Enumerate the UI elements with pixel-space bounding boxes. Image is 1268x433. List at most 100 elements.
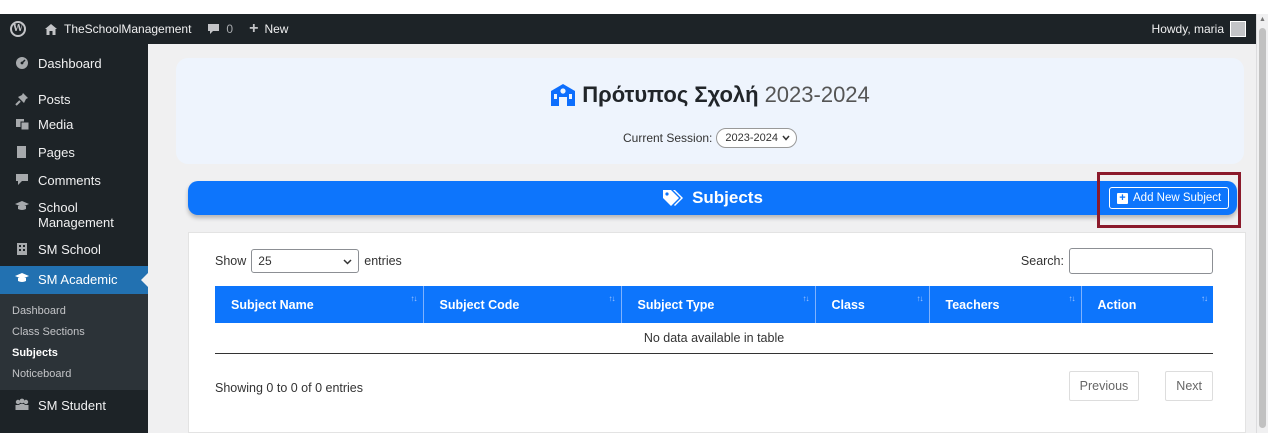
plus-square-icon: + (1117, 192, 1128, 204)
building-icon (12, 242, 32, 256)
main-content: Πρότυπος Σχολή 2023-2024 Current Session… (148, 44, 1256, 433)
school-header-card: Πρότυπος Σχολή 2023-2024 Current Session… (176, 58, 1244, 164)
home-icon (44, 23, 58, 36)
school-title: Πρότυπος Σχολή 2023-2024 (176, 82, 1244, 108)
entries-label: entries (364, 254, 402, 268)
sidebar-item-label: SM School (38, 242, 101, 257)
sidebar-item-dashboard[interactable]: Dashboard (0, 44, 148, 82)
add-new-subject-label: Add New Subject (1133, 192, 1222, 204)
session-value: 2023-2024 (725, 132, 778, 144)
sort-icon: ↑↓ (1068, 294, 1076, 303)
submenu-item-subjects[interactable]: Subjects (0, 343, 148, 364)
submenu-item-dashboard[interactable]: Dashboard (0, 301, 148, 322)
site-name-link[interactable]: TheSchoolManagement (36, 14, 199, 44)
column-label: Subject Name (231, 297, 314, 312)
sidebar-item-sm-school[interactable]: SM School (0, 236, 148, 266)
plus-icon: + (249, 20, 259, 37)
sidebar-item-label: Pages (38, 145, 75, 160)
sidebar-item-sm-academic[interactable]: SM Academic (0, 266, 148, 294)
column-label: Teachers (945, 297, 1000, 312)
table-search: Search: (1021, 248, 1213, 274)
graduation-cap-icon (12, 272, 32, 285)
sort-icon: ↑↓ (608, 294, 616, 303)
sidebar-item-school-management[interactable]: School Management (0, 194, 148, 236)
sidebar-item-label: School Management (38, 200, 114, 230)
sidebar-item-comments[interactable]: Comments (0, 166, 148, 194)
column-label: Action (1097, 297, 1137, 312)
sort-icon: ↑↓ (1201, 294, 1208, 303)
sidebar-item-posts[interactable]: Posts (0, 82, 148, 110)
top-strip (0, 0, 1268, 14)
submenu-item-class-sections[interactable]: Class Sections (0, 322, 148, 343)
sidebar-item-media[interactable]: Media (0, 110, 148, 138)
sidebar-item-pages[interactable]: Pages (0, 138, 148, 166)
previous-button[interactable]: Previous (1068, 371, 1140, 401)
sidebar-item-label: Media (38, 117, 74, 132)
school-name: Πρότυπος Σχολή (582, 82, 759, 107)
chevron-down-icon (782, 132, 790, 144)
scroll-up-icon[interactable]: ▲ (1259, 16, 1266, 23)
school-icon (550, 84, 576, 106)
session-label: Current Session: (623, 131, 713, 145)
next-button[interactable]: Next (1165, 371, 1213, 401)
column-header-subject-name[interactable]: Subject Name ↑↓ (215, 286, 424, 323)
graduation-cap-icon (12, 200, 32, 213)
column-header-class[interactable]: Class ↑↓ (815, 286, 930, 323)
sort-icon: ↑↓ (802, 294, 810, 303)
column-header-subject-code[interactable]: Subject Code ↑↓ (423, 286, 622, 323)
school-year: 2023-2024 (764, 82, 870, 107)
subjects-table: Subject Name ↑↓ Subject Code ↑↓ Subject Ty… (215, 286, 1213, 354)
sort-icon: ↑↓ (410, 294, 418, 303)
students-icon (12, 398, 32, 411)
tags-icon (662, 189, 684, 207)
comments-link[interactable]: 0 (199, 14, 241, 44)
new-content-link[interactable]: + New (241, 14, 296, 44)
session-row: Current Session: 2023-2024 (176, 128, 1244, 148)
account-menu[interactable]: Howdy, maria (1152, 21, 1256, 37)
column-header-action[interactable]: Action ↑↓ (1081, 286, 1213, 323)
add-new-subject-button[interactable]: + Add New Subject (1109, 187, 1230, 209)
admin-bar: W TheSchoolManagement 0 + New Howdy, mar… (0, 14, 1256, 44)
sidebar-item-label: Dashboard (38, 56, 102, 71)
comment-icon (207, 23, 220, 35)
entries-value: 25 (258, 254, 272, 268)
sidebar-item-label: Posts (38, 92, 71, 107)
subjects-table-card: Show 25 entries Search: Subject Name ↑↓ S… (188, 232, 1246, 433)
comments-count: 0 (226, 22, 234, 36)
empty-table-message: No data available in table (215, 323, 1213, 354)
submenu-item-noticeboard[interactable]: Noticeboard (0, 364, 148, 385)
wordpress-logo[interactable]: W (0, 14, 36, 44)
column-label: Subject Type (637, 297, 715, 312)
show-label: Show (215, 254, 247, 268)
page-scrollbar[interactable]: ▲ (1256, 14, 1268, 433)
new-label: New (264, 22, 289, 36)
table-header-row: Subject Name ↑↓ Subject Code ↑↓ Subject Ty… (215, 286, 1213, 323)
pushpin-icon (12, 92, 32, 106)
column-header-teachers[interactable]: Teachers ↑↓ (929, 286, 1082, 323)
sidebar-item-label: SM Student (38, 398, 106, 413)
active-pointer (141, 273, 148, 287)
sort-icon: ↑↓ (916, 294, 924, 303)
table-info: Showing 0 to 0 of 0 entries (215, 381, 364, 395)
subjects-title-text: Subjects (692, 188, 763, 207)
subjects-title: Subjects (188, 181, 1237, 215)
howdy-text: Howdy, maria (1151, 22, 1224, 36)
media-icon (12, 117, 32, 131)
chevron-down-icon (343, 254, 352, 268)
search-input[interactable] (1069, 248, 1213, 274)
pages-icon (12, 145, 32, 159)
column-header-subject-type[interactable]: Subject Type ↑↓ (621, 286, 816, 323)
session-select[interactable]: 2023-2024 (716, 128, 797, 148)
site-name: TheSchoolManagement (64, 22, 192, 36)
avatar (1230, 21, 1246, 37)
sidebar-item-sm-student[interactable]: SM Student (0, 390, 148, 420)
scrollbar-thumb[interactable] (1259, 28, 1266, 428)
table-row: No data available in table (215, 323, 1213, 354)
admin-sidebar: Dashboard Posts Media Pages Comments Sch… (0, 44, 148, 433)
sidebar-item-label: Comments (38, 173, 101, 188)
sidebar-item-label: SM Academic (38, 272, 118, 287)
pagination: Previous Next (1068, 371, 1213, 401)
wordpress-icon: W (10, 21, 26, 37)
comment-icon (12, 173, 32, 186)
entries-select[interactable]: 25 (251, 249, 360, 273)
